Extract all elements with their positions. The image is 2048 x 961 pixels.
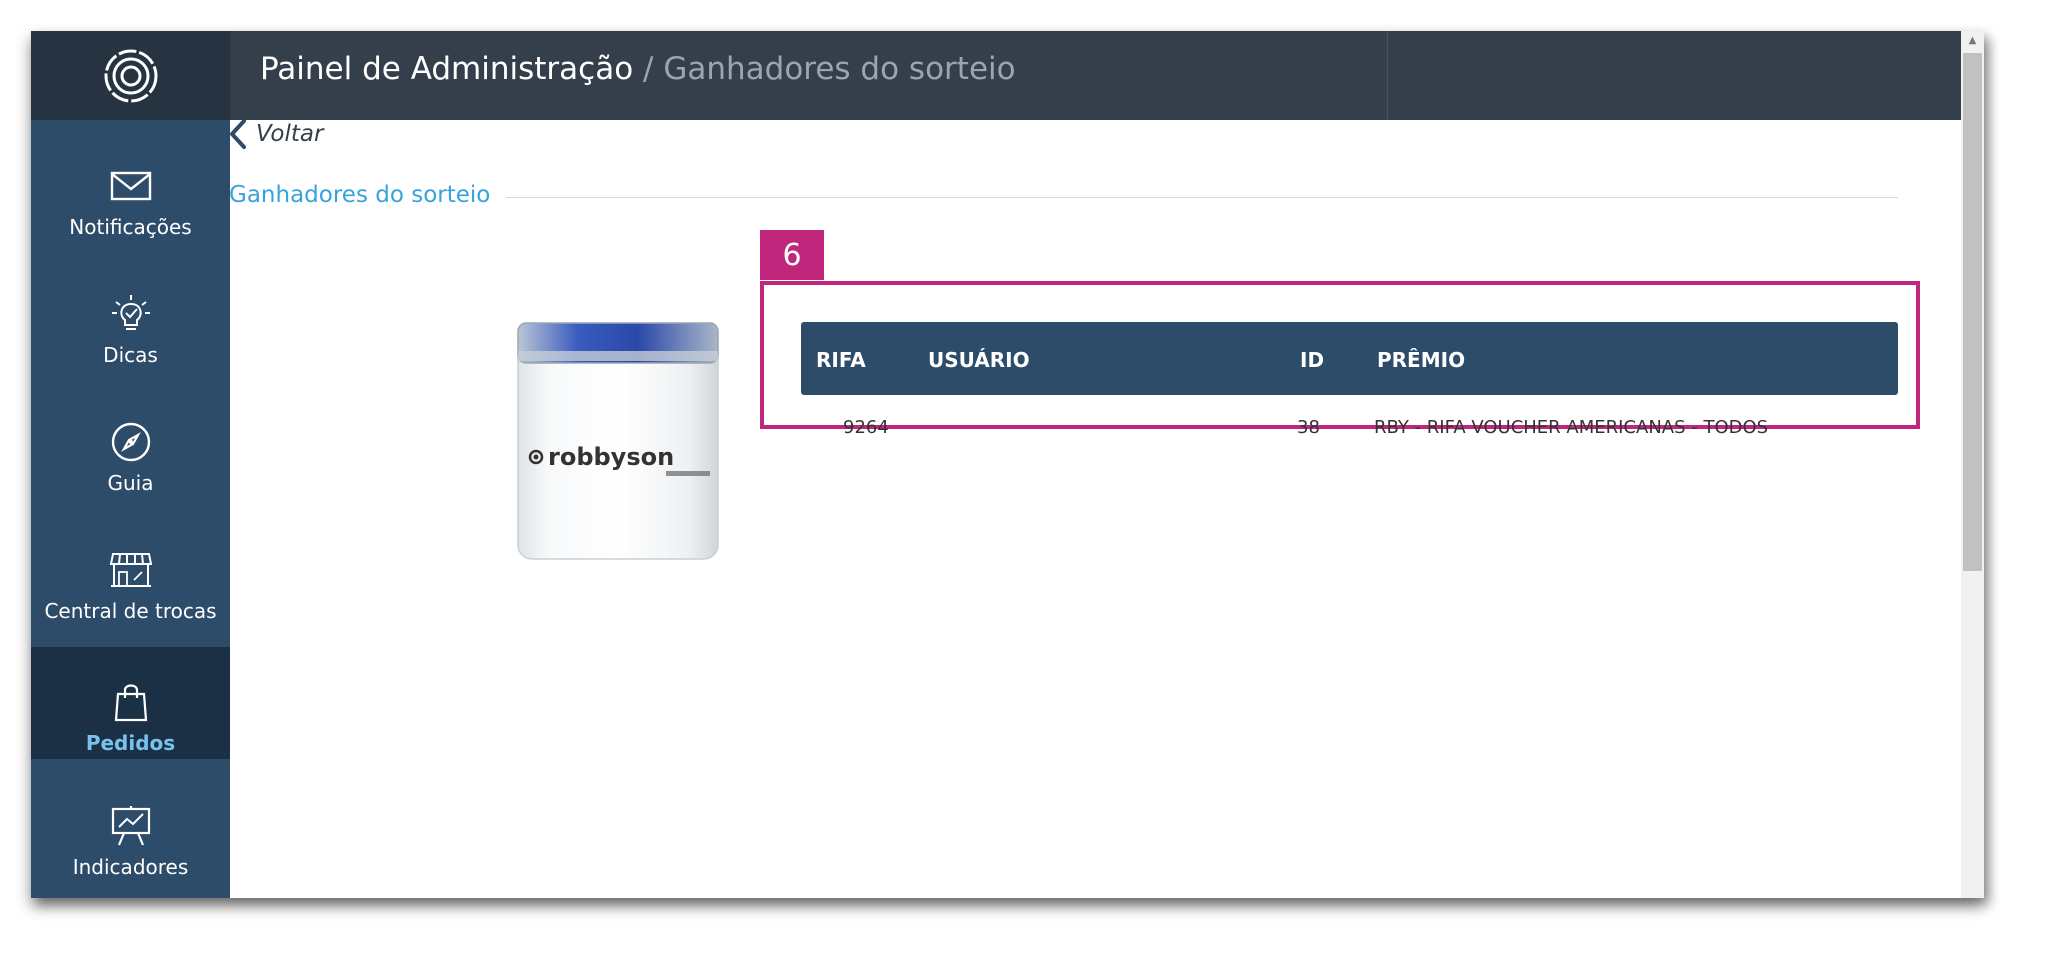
sidebar-item-label: Notificações	[69, 215, 192, 239]
sidebar-item-guia[interactable]: Guia	[31, 387, 230, 499]
shopping-bag-icon	[114, 684, 147, 722]
sidebar-item-label: Pedidos	[85, 731, 176, 755]
top-header: Painel de Administração / Ganhadores do …	[230, 31, 1984, 120]
step-badge: 6	[760, 230, 824, 280]
sidebar-item-dicas[interactable]: Dicas	[31, 259, 230, 371]
column-header-usuario[interactable]: USUÁRIO	[928, 348, 1030, 372]
sidebar-item-label: Dicas	[103, 343, 158, 367]
sidebar-item-indicadores[interactable]: Indicadores	[31, 771, 230, 883]
sidebar-item-notificacoes[interactable]: Notificações	[31, 131, 230, 243]
breadcrumb-root[interactable]: Painel de Administração	[260, 51, 633, 87]
app-window: Notificações Dicas Guia Central de troca…	[31, 31, 1984, 898]
scroll-thumb[interactable]	[1963, 53, 1982, 571]
page-title: Painel de Administração / Ganhadores do …	[260, 51, 1016, 87]
product-image: robbyson	[506, 311, 726, 571]
cell-premio: RBY - RIFA VOUCHER AMERICANAS - TODOS	[1374, 417, 1769, 438]
sidebar-item-label: Central de trocas	[44, 599, 217, 623]
logo[interactable]	[31, 31, 230, 120]
chevron-left-icon	[230, 119, 246, 149]
envelope-icon	[110, 171, 151, 201]
column-header-id[interactable]: ID	[1300, 348, 1324, 372]
sidebar-item-label: Indicadores	[72, 855, 189, 879]
header-divider	[1387, 31, 1388, 120]
scroll-up-arrow-icon[interactable]: ▲	[1961, 33, 1984, 49]
sidebar-item-label: Guia	[107, 471, 154, 495]
table-header: RIFA USUÁRIO ID PRÊMIO	[801, 322, 1898, 395]
lightbulb-icon	[111, 295, 150, 330]
section-divider	[506, 197, 1898, 198]
storefront-icon	[109, 553, 152, 587]
product-brand-text: robbyson	[548, 443, 674, 471]
column-header-rifa[interactable]: RIFA	[816, 348, 866, 372]
sidebar-item-central-de-trocas[interactable]: Central de trocas	[31, 515, 230, 627]
compass-icon	[111, 422, 150, 462]
breadcrumb-separator: /	[633, 51, 664, 87]
back-link[interactable]: Voltar	[228, 118, 323, 150]
cell-rifa: 9264	[843, 417, 889, 438]
breadcrumb-current: Ganhadores do sorteio	[663, 51, 1016, 87]
app-logo-icon	[104, 49, 157, 102]
sidebar-item-pedidos[interactable]: Pedidos	[31, 647, 230, 759]
cell-id: 38	[1297, 417, 1320, 438]
sidebar: Notificações Dicas Guia Central de troca…	[31, 31, 230, 898]
back-label: Voltar	[256, 121, 324, 147]
column-header-premio[interactable]: PRÊMIO	[1377, 348, 1465, 372]
section-title: Ganhadores do sorteio	[229, 182, 491, 208]
chart-board-icon	[111, 806, 150, 846]
vertical-scrollbar[interactable]: ▲	[1961, 31, 1984, 898]
